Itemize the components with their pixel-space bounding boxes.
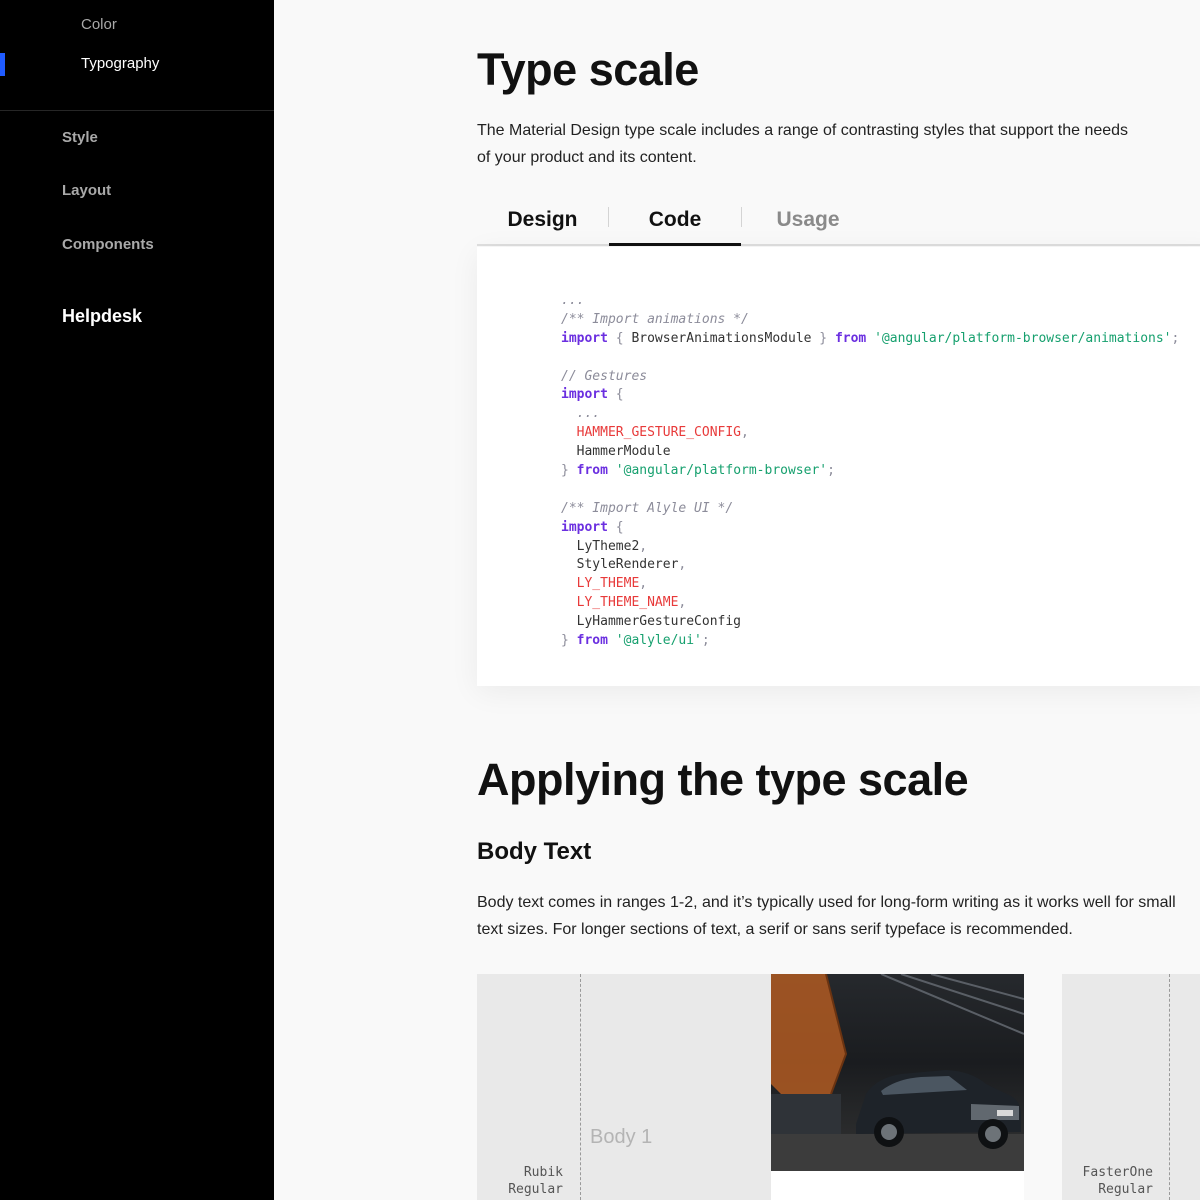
font-name-caption: Rubik Regular	[477, 1164, 563, 1198]
code-token: {	[607, 387, 624, 403]
code-token: ;	[827, 463, 835, 479]
code-line: LY_THEME_NAME,	[561, 594, 1179, 613]
tab-code[interactable]: Code	[609, 194, 741, 246]
code-token: /** Import animations */	[561, 311, 749, 327]
font-weight: Regular	[1098, 1182, 1153, 1197]
tab-bar: Design Code Usage	[477, 194, 1200, 246]
code-block[interactable]: ... /** Import animations */ import { Brow…	[477, 247, 1200, 686]
type-sample-label: Body 1	[590, 1126, 653, 1148]
sidebar-item-components[interactable]: Components	[62, 236, 154, 253]
code-token: StyleRenderer	[561, 557, 679, 573]
code-line: ...	[561, 292, 1179, 311]
code-token: import	[561, 330, 608, 346]
sidebar-item-helpdesk[interactable]: Helpdesk	[62, 306, 142, 327]
code-token: ;	[1171, 330, 1180, 346]
code-token: /** Import Alyle UI */	[561, 500, 734, 516]
code-line: import { BrowserAnimationsModule } from …	[561, 330, 1179, 349]
code-line: LyTheme2,	[561, 538, 1179, 557]
font-name: Rubik	[523, 1165, 563, 1180]
font-name-caption: FasterOne Regular	[1062, 1164, 1153, 1198]
code-token: ,	[639, 538, 648, 554]
code-token: ,	[678, 557, 687, 573]
code-token: from	[576, 463, 608, 479]
type-preview-panel: Rubik Regular Body 1	[477, 974, 771, 1200]
font-name: FasterOne	[1082, 1165, 1153, 1180]
subsection-title: Body Text	[477, 838, 592, 865]
code-line: /** Import Alyle UI */	[561, 500, 1179, 519]
body-text-description-line: text sizes. For longer sections of text,…	[477, 921, 1073, 938]
code-token: }	[561, 633, 577, 649]
section-title: Applying the type scale	[477, 754, 969, 805]
code-token: ,	[678, 595, 687, 611]
code-token: BrowserAnimationsModule	[631, 330, 812, 346]
code-token: {	[607, 519, 624, 535]
code-token: import	[561, 387, 608, 403]
code-line: import {	[561, 519, 1179, 538]
code-line: LY_THEME,	[561, 575, 1179, 594]
code-token: LY_THEME	[561, 576, 640, 592]
code-line: StyleRenderer,	[561, 556, 1179, 575]
code-token: '@alyle/ui'	[607, 633, 702, 649]
code-line: import {	[561, 386, 1179, 405]
car-photo	[771, 974, 1024, 1171]
code-line: HAMMER_GESTURE_CONFIG,	[561, 424, 1179, 443]
sidebar: Color Typography Style Layout Components…	[0, 0, 274, 1200]
code-token: LY_THEME_NAME	[561, 595, 679, 611]
sidebar-item-style[interactable]: Style	[62, 129, 98, 146]
code-token: HAMMER_GESTURE_CONFIG	[561, 425, 742, 441]
code-line: LyHammerGestureConfig	[561, 613, 1179, 632]
code-token: from	[834, 330, 867, 346]
code-token: ...	[561, 293, 585, 308]
code-token: import	[561, 519, 608, 535]
code-line: /** Import animations */	[561, 311, 1179, 330]
code-token: }	[561, 463, 577, 479]
tab-design[interactable]: Design	[477, 194, 608, 246]
code-token: ,	[639, 576, 648, 592]
code-line: } from '@angular/platform-browser';	[561, 462, 1179, 481]
page-title: Type scale	[477, 44, 699, 95]
body-text-description-line: Body text comes in ranges 1-2, and it’s …	[477, 894, 1176, 911]
code-token: {	[607, 330, 632, 346]
body-text-description: Body text comes in ranges 1-2, and it’s …	[477, 889, 1200, 943]
sidebar-divider	[0, 110, 274, 111]
code-token: LyTheme2	[561, 538, 640, 554]
code-line: } from '@alyle/ui';	[561, 632, 1179, 651]
code-line: ...	[561, 405, 1179, 424]
code-token: ,	[741, 425, 749, 441]
code-token: // Gestures	[561, 368, 648, 384]
code-token: ...	[561, 406, 601, 422]
active-indicator	[0, 53, 5, 76]
intro-paragraph: The Material Design type scale includes …	[477, 122, 1129, 166]
tab-usage[interactable]: Usage	[742, 194, 874, 246]
card-footer	[771, 1171, 1024, 1200]
car-photo-image	[771, 974, 1024, 1171]
code-token: '@angular/platform-browser'	[607, 463, 828, 479]
code-line: // Gestures	[561, 368, 1179, 387]
code-token: }	[811, 330, 835, 346]
sidebar-item-layout[interactable]: Layout	[62, 182, 111, 199]
code-listing[interactable]: ... /** Import animations */ import { Brow…	[561, 292, 1179, 651]
code-token: HammerModule	[561, 444, 671, 460]
code-token: from	[576, 633, 608, 649]
sidebar-item-typography[interactable]: Typography	[81, 55, 159, 72]
code-line: HammerModule	[561, 443, 1179, 462]
font-weight: Regular	[508, 1182, 563, 1197]
baseline-guide	[1169, 974, 1170, 1200]
code-token: LyHammerGestureConfig	[561, 614, 742, 630]
baseline-guide	[580, 974, 581, 1200]
code-token: '@angular/platform-browser/animations'	[866, 330, 1172, 346]
sidebar-item-color[interactable]: Color	[81, 16, 117, 33]
type-preview-panel: FasterOne Regular	[1062, 974, 1200, 1200]
code-token: ;	[701, 633, 710, 649]
main-content: Type scale The Material Design type scal…	[274, 0, 1200, 1200]
